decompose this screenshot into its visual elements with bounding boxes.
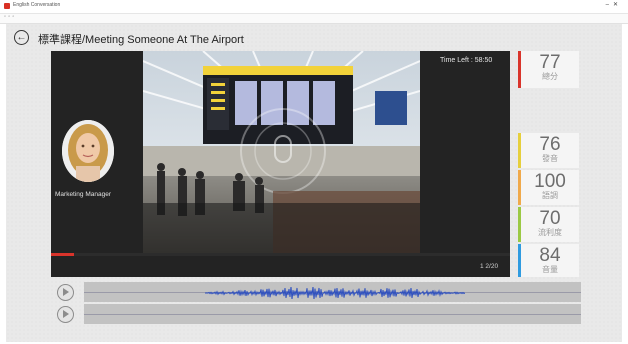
score-value: 76 — [539, 134, 561, 155]
score-label: 流利度 — [538, 228, 562, 237]
score-value: 77 — [539, 52, 561, 73]
speaker-role: Marketing Manager — [55, 191, 111, 198]
app-icon — [4, 3, 10, 9]
reference-waveform — [205, 287, 465, 299]
nav-buttons-icon[interactable]: ◦◦◦ — [4, 14, 16, 20]
play-icon[interactable] — [57, 306, 74, 323]
window-titlebar — [0, 0, 628, 14]
score-card-volume: 84 音量 — [518, 244, 579, 277]
speaker-avatar — [62, 120, 114, 182]
score-value: 100 — [534, 171, 566, 192]
browser-toolbar — [0, 14, 628, 24]
page-title: 標準課程/Meeting Someone At The Airport — [38, 34, 244, 46]
play-icon[interactable] — [57, 284, 74, 301]
airport-scene-image — [143, 51, 420, 253]
video-progress-track[interactable] — [51, 253, 510, 256]
score-label: 音量 — [542, 265, 558, 274]
score-label: 發音 — [542, 154, 558, 163]
score-card-overall: 77 總分 — [518, 51, 579, 88]
score-value: 84 — [539, 245, 561, 266]
score-card-intonation: 100 語調 — [518, 170, 579, 205]
score-card-fluency: 70 流利度 — [518, 207, 579, 242]
score-card-pronunciation: 76 發音 — [518, 133, 579, 168]
window-controls[interactable]: –✕ — [606, 1, 622, 8]
score-value: 70 — [539, 208, 561, 229]
back-arrow-icon[interactable]: ← — [14, 30, 29, 45]
sentence-counter: 1 2/20 — [480, 263, 499, 270]
recording-audio-baseline — [84, 314, 581, 315]
score-label: 總分 — [542, 72, 558, 81]
score-label: 語調 — [542, 191, 558, 200]
window-title: English Conversation — [13, 2, 61, 8]
time-left-text: Time Left : 58:50 — [440, 57, 493, 64]
video-progress-fill — [51, 253, 74, 256]
